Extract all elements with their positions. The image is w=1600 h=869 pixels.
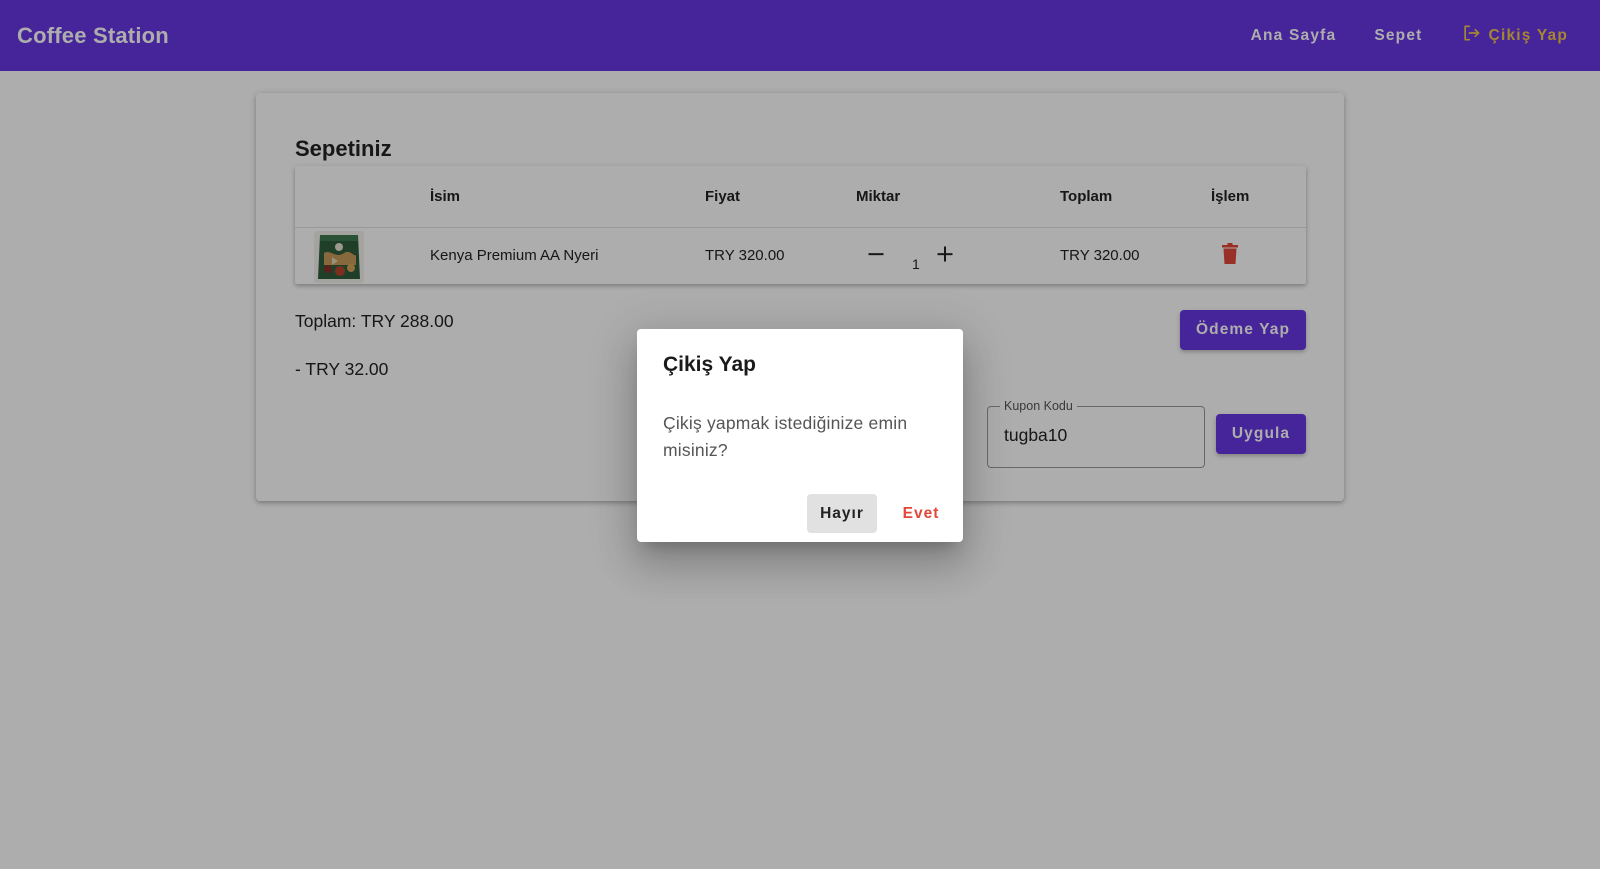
- dialog-message: Çikiş yapmak istediğinize emin misiniz?: [663, 413, 908, 460]
- logout-confirm-dialog: Çikiş Yap Çikiş yapmak istediğinize emin…: [637, 329, 963, 542]
- dialog-no-button[interactable]: Hayır: [807, 494, 877, 533]
- dialog-yes-button[interactable]: Evet: [886, 494, 956, 533]
- dialog-title: Çikiş Yap: [663, 353, 757, 376]
